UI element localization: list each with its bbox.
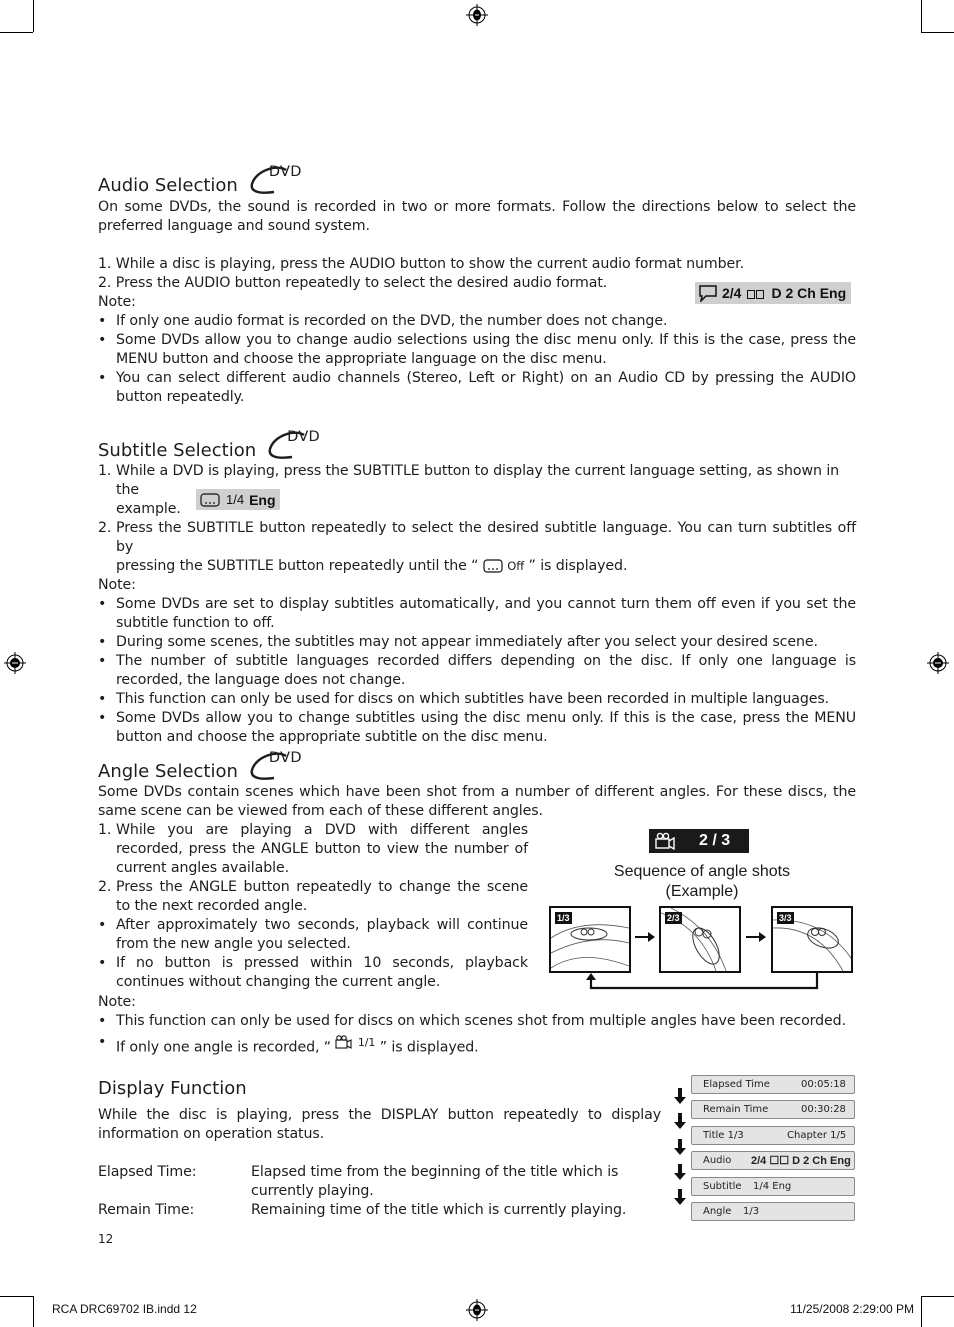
angle-shot-3: 3/3 xyxy=(771,906,853,973)
audio-steps: 1. While a disc is playing, press the AU… xyxy=(98,255,856,407)
list-item: • This function can only be used for disc… xyxy=(98,691,830,707)
speech-bubble-icon xyxy=(699,285,717,302)
info-screen-audio: Audio 2/4 ☐☐ D 2 Ch Eng xyxy=(691,1151,855,1170)
angle-osd-example: 2 / 3 xyxy=(649,829,749,853)
crop-mark xyxy=(921,1296,922,1327)
section-title: Display Function xyxy=(98,1078,247,1099)
angle-selection-heading: Angle Selection DVD xyxy=(98,750,310,784)
audio-format: D 2 Ch Eng xyxy=(771,285,847,301)
list-item: • During some scenes, the subtitles may n… xyxy=(98,634,818,650)
angle-step-2: 2. Press the ANGLE button repeatedly to c… xyxy=(98,879,528,914)
crop-mark xyxy=(0,1296,33,1297)
camera-icon xyxy=(335,1034,353,1049)
section-title: Angle Selection xyxy=(98,761,238,782)
audio-intro: On some DVDs, the sound is recorded in t… xyxy=(98,199,856,234)
definition-row: Elapsed Time: Elapsed time from the begi… xyxy=(98,1164,619,1199)
arrow-right-icon xyxy=(746,932,766,942)
list-item: • If only one angle is recorded, “ 1/1 ”… xyxy=(98,1034,479,1056)
section-title: Subtitle Selection xyxy=(98,440,257,461)
crop-mark xyxy=(33,1296,34,1327)
subtitle-off-label: Off xyxy=(507,559,525,573)
arrow-down-icon xyxy=(674,1113,686,1129)
list-item: • After approximately two seconds, playba… xyxy=(98,917,528,952)
audio-track: 2/4 xyxy=(722,285,742,301)
display-intro: While the disc is playing, press the DIS… xyxy=(98,1107,661,1142)
list-item: • The number of subtitle languages record… xyxy=(98,653,856,688)
info-screen-subtitle: Subtitle 1/4 Eng xyxy=(691,1177,855,1196)
registration-mark-icon xyxy=(4,652,26,674)
shot-label: 3/3 xyxy=(777,912,794,924)
list-item: • You can select different audio channels… xyxy=(98,370,856,405)
subtitle-icon xyxy=(483,559,503,573)
figure-caption: Sequence of angle shots (Example) xyxy=(613,863,791,900)
angle-step-1: 1. While you are playing a DVD with diffe… xyxy=(98,822,528,876)
dvd-logo-icon: DVD xyxy=(248,164,310,198)
angle-notes: Note: • This function can only be used fo… xyxy=(98,993,856,1058)
audio-osd-example: 2/4 D 2 Ch Eng xyxy=(695,282,851,304)
camera-icon xyxy=(655,832,675,850)
list-item: • If no button is pressed within 10 secon… xyxy=(98,955,528,990)
registration-mark-icon xyxy=(927,652,949,674)
registration-mark-icon xyxy=(466,1299,488,1321)
angle-steps: 1. While you are playing a DVD with diffe… xyxy=(98,821,528,992)
audio-selection-heading: Audio Selection DVD xyxy=(98,164,310,198)
arrow-right-icon xyxy=(635,932,655,942)
loop-arrow-icon xyxy=(586,972,819,990)
angle-shot-2: 2/3 xyxy=(659,906,741,973)
dolby-icon xyxy=(747,285,765,301)
list-item: • If only one audio format is recorded on… xyxy=(98,313,668,329)
shot-label: 2/3 xyxy=(665,912,682,924)
subtitle-selection-heading: Subtitle Selection DVD xyxy=(98,429,328,463)
dvd-logo-icon: DVD xyxy=(266,429,328,463)
arrow-down-icon xyxy=(674,1164,686,1180)
subtitle-lang: Eng xyxy=(249,491,276,508)
angle-shot-1: 1/3 xyxy=(549,906,631,973)
arrow-down-icon xyxy=(674,1189,686,1205)
angle-osd-value: 2 / 3 xyxy=(699,832,731,849)
page-number: 12 xyxy=(98,1232,114,1246)
display-definitions: Elapsed Time: Elapsed time from the begi… xyxy=(98,1163,658,1220)
subtitle-icon xyxy=(200,492,220,507)
footer-file-info: RCA DRC69702 IB.indd 12 xyxy=(52,1302,197,1316)
section-title: Audio Selection xyxy=(98,175,238,196)
list-item: • Some DVDs are set to display subtitles … xyxy=(98,596,856,631)
info-screen-title: Title 1/3 Chapter 1/5 xyxy=(691,1126,855,1145)
angle-intro: Some DVDs contain scenes which have been… xyxy=(98,784,856,819)
registration-mark-icon xyxy=(466,4,488,26)
subtitle-steps-2: 2. Press the SUBTITLE button repeatedly … xyxy=(98,519,856,747)
crop-mark xyxy=(921,32,954,33)
angle-single-value: 1/1 xyxy=(357,1036,376,1049)
dvd-logo-icon: DVD xyxy=(248,750,310,784)
crop-mark xyxy=(33,0,34,32)
list-item: • Some DVDs allow you to change audio sel… xyxy=(98,332,856,367)
arrow-down-icon xyxy=(674,1139,686,1155)
subtitle-step-2: 2. Press the SUBTITLE button repeatedly … xyxy=(98,520,856,574)
info-screen-elapsed: Elapsed Time 00:05:18 xyxy=(691,1075,855,1094)
info-screen-remain: Remain Time 00:30:28 xyxy=(691,1100,855,1119)
footer-timestamp: 11/25/2008 2:29:00 PM xyxy=(790,1302,914,1316)
info-screen-angle: Angle 1/3 xyxy=(691,1202,855,1221)
note-label: Note: xyxy=(98,577,136,593)
note-label: Note: xyxy=(98,994,136,1010)
subtitle-osd-example: 1/4 Eng xyxy=(196,489,280,510)
display-function-heading: Display Function xyxy=(98,1077,247,1101)
crop-mark xyxy=(0,32,33,33)
definition-row: Remain Time: Remaining time of the title… xyxy=(98,1202,627,1218)
audio-step-1: 1. While a disc is playing, press the AU… xyxy=(98,256,744,272)
crop-mark xyxy=(921,1296,954,1297)
arrow-down-icon xyxy=(674,1088,686,1104)
crop-mark xyxy=(921,0,922,32)
subtitle-track: 1/4 xyxy=(226,492,245,507)
list-item: • This function can only be used for disc… xyxy=(98,1013,846,1029)
list-item: • Some DVDs allow you to change subtitles… xyxy=(98,710,856,745)
shot-label: 1/3 xyxy=(555,912,572,924)
